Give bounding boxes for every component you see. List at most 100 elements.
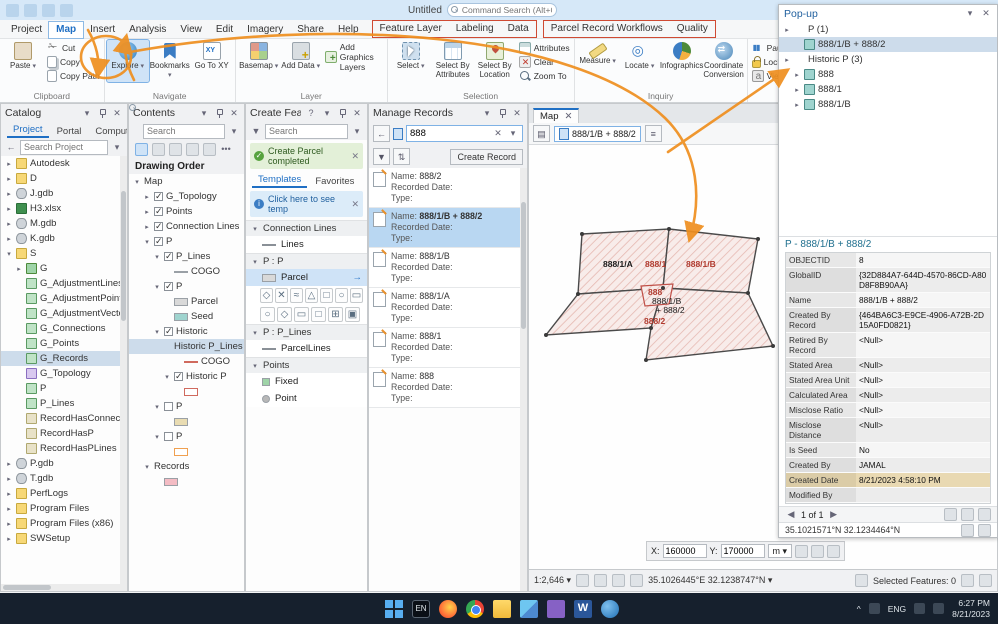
record-list-item[interactable]: Name: 888 Recorded Date: Type: (369, 368, 527, 408)
catalog-tree-item[interactable]: RecordHasP (1, 426, 127, 441)
layer-visibility-checkbox[interactable] (174, 372, 183, 381)
expand-icon[interactable] (978, 524, 991, 537)
close-icon[interactable] (827, 545, 840, 558)
expand-arrow-icon[interactable]: ▾ (153, 433, 161, 441)
catalog-tree-item[interactable]: ▸ T.gdb (1, 471, 127, 486)
expand-arrow-icon[interactable]: ▸ (5, 475, 13, 483)
catalog-tree-item[interactable]: ▸ Program Files (x86) (1, 516, 127, 531)
expand-arrow-icon[interactable]: ▸ (5, 505, 13, 513)
expand-arrow-icon[interactable]: ▾ (153, 253, 161, 261)
catalog-tree-item[interactable]: ▸ Program Files (1, 501, 127, 516)
record-list-item[interactable]: Name: 888/1/B Recorded Date: Type: (369, 248, 527, 288)
layer-tree-item[interactable]: Parcel (129, 294, 244, 309)
catalog-tree-item[interactable]: ▸ SWSetup (1, 531, 127, 546)
expand-arrow-icon[interactable]: ▸ (5, 205, 13, 213)
firefox-icon[interactable] (439, 600, 457, 618)
language-indicator[interactable]: ENG (888, 604, 906, 614)
catalog-tree-item[interactable]: ▸ Autodesk (1, 156, 127, 171)
layer-tree-item[interactable]: ▾ Records (129, 459, 244, 474)
attribute-row[interactable]: Calculated Area <Null> (786, 388, 990, 403)
close-icon[interactable]: ✕ (111, 108, 123, 119)
template-tab[interactable]: Templates (252, 173, 307, 188)
chevron-down-icon[interactable]: ▾ (507, 128, 519, 139)
expand-arrow-icon[interactable]: ▸ (143, 223, 151, 231)
record-list-item[interactable]: Name: 888/1 Recorded Date: Type: (369, 328, 527, 368)
expand-arrow-icon[interactable]: ▸ (5, 460, 13, 468)
catalog-tree-item[interactable]: ▸ K.gdb (1, 231, 127, 246)
map-scale[interactable]: 1:2,646 ▾ (534, 575, 571, 586)
ribbon-tab[interactable]: Help (331, 22, 366, 38)
popup-tree-item[interactable]: ▸ P (1) (779, 22, 997, 37)
ribbon-button[interactable]: Copy Path (45, 70, 102, 82)
construction-tool[interactable]: ▣ (345, 307, 360, 322)
catalog-tree-item[interactable]: ▸ D (1, 171, 127, 186)
construction-tool[interactable]: □ (320, 288, 333, 303)
attribute-row[interactable]: Stated Area <Null> (786, 358, 990, 373)
chevron-down-icon[interactable]: ▾ (228, 126, 240, 137)
clear-icon[interactable]: ✕ (492, 128, 504, 139)
zoom-to-feature-icon[interactable] (944, 508, 957, 521)
catalog-tree-item[interactable]: G_AdjustmentLines (1, 276, 127, 291)
expand-arrow-icon[interactable]: ▸ (793, 86, 801, 94)
layer-tree-item[interactable]: ▾ Historic (129, 324, 244, 339)
ribbon-button[interactable]: Add Data (280, 40, 322, 73)
layer-tree-item[interactable]: ▾ P_Lines (129, 249, 244, 264)
group-connection-lines[interactable]: ▾ Connection Lines (246, 220, 367, 236)
pin-icon[interactable] (97, 108, 107, 118)
close-icon[interactable]: ✕ (511, 108, 523, 119)
expand-arrow-icon[interactable]: ▾ (143, 463, 151, 471)
chevron-down-icon[interactable]: ▾ (321, 108, 333, 119)
flash-feature-icon[interactable] (961, 508, 974, 521)
attribute-row[interactable]: Created By Record {464BA6C3-E9CE-4906-A7… (786, 308, 990, 333)
ribbon-button[interactable]: Copy (45, 56, 102, 68)
pin-icon[interactable] (497, 108, 507, 118)
expand-arrow-icon[interactable]: ▾ (163, 373, 171, 381)
speaker-icon[interactable] (869, 603, 880, 614)
filter-icon[interactable]: ▼ (373, 148, 390, 165)
start-button[interactable] (385, 600, 403, 618)
template-point[interactable]: Point (246, 390, 367, 407)
horizontal-scrollbar[interactable] (1, 584, 120, 591)
pin-icon[interactable] (214, 108, 224, 118)
expand-arrow-icon[interactable]: ▸ (5, 235, 13, 243)
battery-icon[interactable] (933, 603, 944, 614)
record-search[interactable]: ✕ ▾ (406, 125, 523, 142)
command-search-input[interactable] (447, 3, 557, 17)
more-options-icon[interactable]: ••• (220, 144, 232, 154)
layer-visibility-checkbox[interactable] (164, 432, 173, 441)
arcgis-pro-icon[interactable] (601, 600, 619, 618)
file-explorer-icon[interactable] (493, 600, 511, 618)
ribbon-tab[interactable]: Quality (670, 21, 715, 37)
edit-icon[interactable] (855, 574, 868, 587)
menu-icon[interactable]: ≡ (645, 125, 662, 142)
ribbon-button[interactable]: Basemap (238, 40, 280, 73)
layer-visibility-checkbox[interactable] (154, 222, 163, 231)
catalog-tree-item[interactable]: ▸ PerfLogs (1, 486, 127, 501)
construction-tool[interactable]: ≈ (290, 288, 303, 303)
catalog-tab[interactable]: Project (7, 123, 49, 138)
popup-options-icon[interactable] (978, 508, 991, 521)
ribbon-button[interactable]: Bookmarks (149, 40, 191, 82)
layer-tree-item[interactable] (129, 444, 244, 459)
close-icon[interactable]: ✕ (351, 151, 359, 162)
ribbon-button[interactable]: Select (390, 40, 432, 82)
close-icon[interactable]: ✕ (228, 108, 240, 119)
layer-visibility-checkbox[interactable] (154, 237, 163, 246)
template-fixed[interactable]: Fixed (246, 373, 367, 390)
expand-arrow-icon[interactable]: ▸ (5, 490, 13, 498)
expand-arrow-icon[interactable]: ▸ (143, 208, 151, 216)
ribbon-button[interactable]: Select By Attributes (432, 40, 474, 82)
chevron-down-icon[interactable]: ▾ (351, 126, 363, 137)
layer-visibility-checkbox[interactable] (164, 402, 173, 411)
active-record-box[interactable]: 888/1/B + 888/2 (554, 126, 641, 142)
pin-icon[interactable] (337, 108, 347, 118)
construction-tool[interactable]: △ (305, 288, 318, 303)
popup-tree-item[interactable]: ▸ 888/1/B (779, 97, 997, 112)
expand-arrow-icon[interactable]: ▸ (793, 101, 801, 109)
close-icon[interactable]: ✕ (351, 108, 363, 119)
list-by-source-icon[interactable] (152, 143, 165, 156)
template-lines[interactable]: Lines (246, 236, 367, 253)
expand-arrow-icon[interactable]: ▾ (133, 178, 141, 186)
template-parcellines[interactable]: ParcelLines (246, 340, 367, 357)
active-template-arrow-icon[interactable]: → (353, 272, 363, 283)
